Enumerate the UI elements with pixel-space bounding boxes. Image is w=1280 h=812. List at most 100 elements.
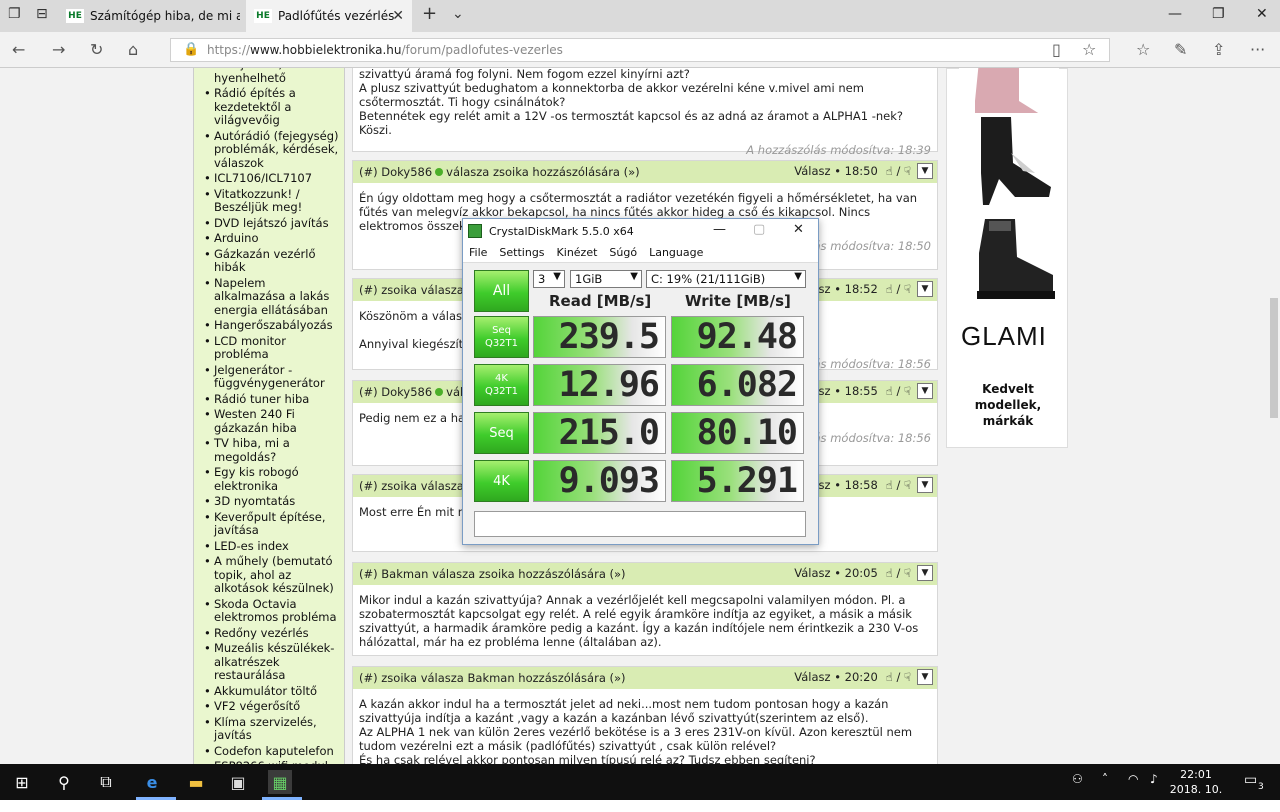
menu-theme[interactable]: Kinézet (557, 246, 598, 259)
thumb-up-icon[interactable]: ☝ (886, 164, 893, 178)
post-reply-to[interactable]: válasza Bakman hozzászólására (») (421, 671, 626, 685)
sidebar-topic-link[interactable]: LCD monitor probléma (202, 334, 340, 362)
thumb-up-icon[interactable]: ☝ (886, 478, 893, 492)
menu-help[interactable]: Súgó (609, 246, 637, 259)
menu-settings[interactable]: Settings (499, 246, 544, 259)
sidebar-topic-link[interactable]: Autójavítás, autó hyenhelhető (202, 68, 340, 85)
sidebar-topic-link[interactable]: ICL7106/ICL7107 (202, 171, 340, 186)
sidebar-topic-link[interactable]: Rádió építés a kezdetektől a világvevőig (202, 86, 340, 128)
thumb-down-icon[interactable]: ☟ (904, 566, 911, 580)
test-count-select[interactable]: 3 ▼ (533, 270, 565, 288)
boot-black-heel-image[interactable] (959, 113, 1059, 205)
reply-link[interactable]: Válasz (794, 566, 830, 580)
post-anchor[interactable]: (#) (359, 479, 378, 493)
address-bar[interactable]: 🔒 https://www.hobbielektronika.hu/forum/… (170, 38, 1110, 62)
thumb-down-icon[interactable]: ☟ (904, 670, 911, 684)
minimize-icon[interactable]: — (713, 222, 726, 237)
post-author[interactable]: Bakman (381, 567, 428, 581)
new-tab-icon[interactable]: + (422, 3, 437, 24)
minimize-icon[interactable]: — (1168, 6, 1182, 22)
post-menu-dropdown[interactable]: ▼ (917, 383, 933, 399)
volume-icon[interactable]: ♪ (1150, 772, 1158, 786)
maximize-icon[interactable]: ❐ (1212, 6, 1225, 22)
sidebar-topic-link[interactable]: VF2 végerősítő (202, 699, 340, 714)
share-icon[interactable]: ⇪ (1212, 40, 1225, 59)
comment-field[interactable] (474, 511, 806, 537)
post-reply-to[interactable]: válasza (421, 283, 464, 297)
reading-view-icon[interactable]: ▯ (1052, 40, 1061, 59)
sidebar-topic-link[interactable]: Gázkazán vezérlő hibák (202, 247, 340, 275)
crystaldiskmark-taskbar-icon[interactable]: ▦ (268, 770, 292, 794)
pen-icon[interactable]: ✎ (1174, 40, 1187, 59)
sidebar-topic-link[interactable]: Rádió tuner hiba (202, 392, 340, 407)
post-author[interactable]: zsoika (381, 479, 417, 493)
tab-0[interactable]: HE Számítógép hiba, de mi a pr (58, 0, 244, 32)
task-view-icon[interactable]: ⧉ (94, 770, 118, 794)
glami-logo[interactable]: GLAMI (961, 321, 1047, 352)
favorites-icon[interactable]: ☆ (1136, 40, 1150, 59)
reply-link[interactable]: Válasz (794, 164, 830, 178)
sidebar-topic-link[interactable]: Vitatkozzunk! / Beszéljük meg! (202, 187, 340, 215)
sidebar-topic-link[interactable]: Muzeális készülékek-alkatrészek restaurá… (202, 641, 340, 683)
forward-icon[interactable]: → (52, 40, 65, 59)
scrollbar-thumb[interactable] (1270, 298, 1278, 418)
ad-caption[interactable]: Kedvelt modellek, márkák (955, 381, 1061, 429)
close-icon[interactable]: ✕ (392, 8, 404, 24)
sidebar-topic-link[interactable]: Napelem alkalmazása a lakás energia ellá… (202, 276, 340, 318)
sidebar-topic-link[interactable]: DVD lejátszó javítás (202, 216, 340, 231)
favorite-star-icon[interactable]: ☆ (1082, 40, 1096, 59)
test-button-1[interactable]: 4K Q32T1 (474, 364, 529, 406)
app-icon[interactable]: ▣ (226, 770, 250, 794)
post-menu-dropdown[interactable]: ▼ (917, 281, 933, 297)
thumb-down-icon[interactable]: ☟ (904, 164, 911, 178)
test-button-2[interactable]: Seq (474, 412, 529, 454)
close-icon[interactable]: ✕ (793, 222, 804, 237)
sidebar-topic-link[interactable]: Redőny vezérlés (202, 626, 340, 641)
post-author[interactable]: Doky586 (381, 165, 432, 179)
sidebar-topic-link[interactable]: Autórádió (fejegység) problémák, kérdése… (202, 129, 340, 171)
thumb-up-icon[interactable]: ☝ (886, 566, 893, 580)
post-author[interactable]: Doky586 (381, 385, 432, 399)
chevron-up-icon[interactable]: ˄ (1102, 772, 1108, 786)
thumb-down-icon[interactable]: ☟ (904, 478, 911, 492)
search-icon[interactable]: ⚲ (52, 770, 76, 794)
test-button-0[interactable]: Seq Q32T1 (474, 316, 529, 358)
thumb-down-icon[interactable]: ☟ (904, 384, 911, 398)
thumb-up-icon[interactable]: ☝ (886, 384, 893, 398)
boot-black-winter-image[interactable] (959, 213, 1059, 305)
edge-icon[interactable]: e (140, 770, 164, 794)
sidebar-topic-link[interactable]: Codefon kaputelefon (202, 744, 340, 759)
tab-preview-icon[interactable]: ❐ (8, 6, 21, 22)
post-anchor[interactable]: (#) (359, 165, 378, 179)
action-center-icon[interactable]: ▭ (1244, 772, 1257, 788)
sidebar-topic-link[interactable]: Hangerőszabályozás (202, 318, 340, 333)
windows-start-icon[interactable]: ⊞ (10, 770, 34, 794)
sidebar-topic-link[interactable]: Klíma szervizelés, javítás (202, 715, 340, 743)
people-icon[interactable]: ⚇ (1072, 772, 1083, 786)
sidebar-topic-link[interactable]: Jelgenerátor - függvénygenerátor (202, 363, 340, 391)
sidebar-topic-link[interactable]: A műhely (bemutató topik, ahol az alkotá… (202, 554, 340, 596)
sidebar-topic-link[interactable]: Arduino (202, 231, 340, 246)
thumb-down-icon[interactable]: ☟ (904, 282, 911, 296)
sidebar-topic-link[interactable]: Keverőpult építése, javítása (202, 510, 340, 538)
sidebar-topic-link[interactable]: 3D nyomtatás (202, 494, 340, 509)
close-window-icon[interactable]: ✕ (1256, 6, 1268, 22)
wifi-icon[interactable]: ◠ (1128, 772, 1138, 786)
post-reply-to[interactable]: válasza zsoika hozzászólására (») (446, 165, 639, 179)
test-size-select[interactable]: 1GiB ▼ (570, 270, 642, 288)
post-author[interactable]: zsoika (381, 283, 417, 297)
tab-1[interactable]: HE Padlófűtés vezérlés - Ho ✕ (246, 0, 412, 32)
sidebar-topic-link[interactable]: LED-es index (202, 539, 340, 554)
post-menu-dropdown[interactable]: ▼ (917, 669, 933, 685)
refresh-icon[interactable]: ↻ (90, 40, 103, 59)
drive-select[interactable]: C: 19% (21/111GiB) ▼ (646, 270, 806, 288)
sidebar-topic-link[interactable]: Westen 240 Fi gázkazán hiba (202, 407, 340, 435)
thumb-up-icon[interactable]: ☝ (886, 282, 893, 296)
page-scrollbar[interactable] (1268, 68, 1280, 764)
post-reply-to[interactable]: válasza (421, 479, 464, 493)
reply-link[interactable]: Válasz (794, 670, 830, 684)
post-anchor[interactable]: (#) (359, 567, 378, 581)
cdm-titlebar[interactable]: CrystalDiskMark 5.5.0 x64 — ▢ ✕ (463, 219, 818, 243)
menu-file[interactable]: File (469, 246, 487, 259)
clock[interactable]: 22:01 2018. 10. 23. (1166, 767, 1226, 812)
